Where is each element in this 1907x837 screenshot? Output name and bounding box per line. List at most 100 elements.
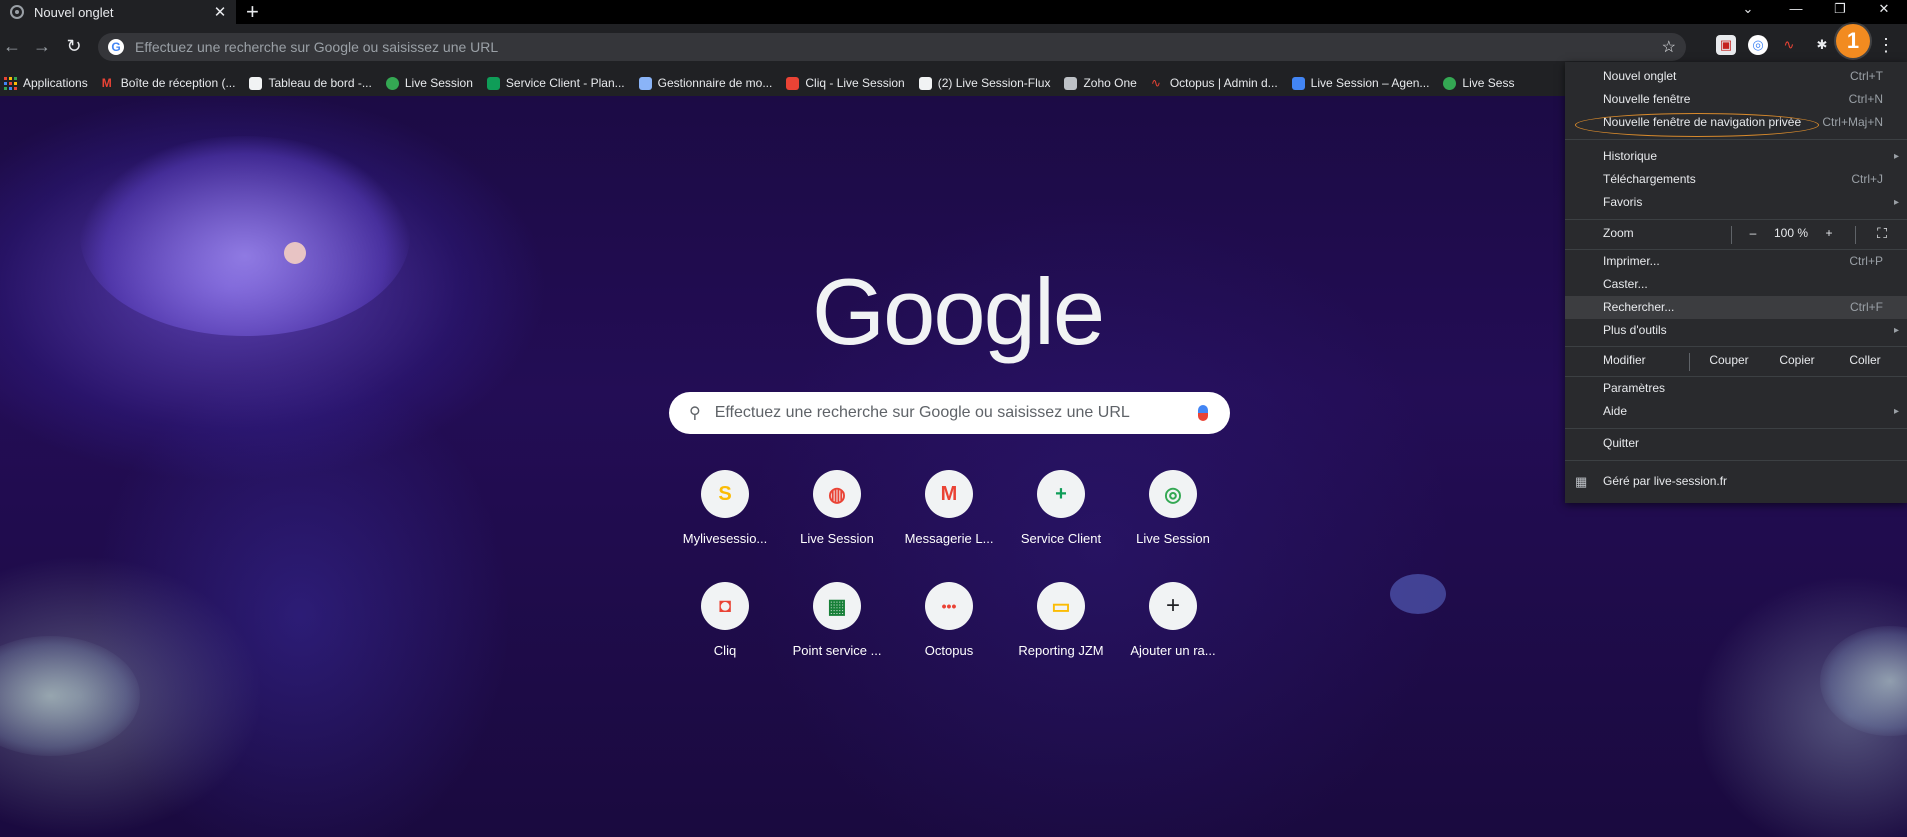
shortcut-tile[interactable]: ◎ Live Session (1117, 470, 1229, 546)
menu-item-cast[interactable]: Caster... (1565, 273, 1907, 296)
tab-strip: Nouvel onglet ✕ + ⌄ — ❐ ✕ (0, 0, 1907, 24)
menu-item-find[interactable]: Rechercher... Ctrl+F (1565, 296, 1907, 319)
bookmark-cliq[interactable]: Cliq - Live Session (786, 76, 905, 90)
chrome-menu-icon[interactable]: ⋮ (1876, 35, 1896, 55)
forward-button[interactable]: → (30, 36, 54, 57)
bookmark-session-flux[interactable]: (2) Live Session-Flux (918, 76, 1050, 90)
omnibox[interactable]: G Effectuez une recherche sur Google ou … (98, 33, 1686, 61)
bookmark-zoho-one[interactable]: Zoho One (1064, 76, 1137, 90)
shortcut-tile[interactable]: + Service Client (1005, 470, 1117, 546)
tab-title: Nouvel onglet (34, 4, 114, 20)
chrome-icon (10, 5, 24, 19)
zoho-icon (1064, 76, 1078, 90)
bookmark-label: Zoho One (1083, 76, 1137, 90)
bookmark-service-client[interactable]: Service Client - Plan... (486, 76, 625, 90)
ntp-search-box[interactable]: ⚲ Effectuez une recherche sur Google ou … (669, 392, 1230, 434)
shortcut-tile[interactable]: ◘ Cliq (669, 582, 781, 658)
point-service-icon: ▦ (813, 582, 861, 630)
extensions-puzzle-icon[interactable]: ✱ (1812, 35, 1832, 55)
cut-button[interactable]: Couper (1697, 349, 1761, 372)
background-jellyfish (1820, 626, 1907, 736)
reload-button[interactable]: ↻ (62, 36, 86, 57)
menu-item-zoom: Zoom – 100 % + ⛶ (1565, 222, 1907, 245)
menu-label: Nouvel onglet (1603, 69, 1677, 83)
menu-item-favorites[interactable]: Favoris ▸ (1565, 191, 1907, 214)
shortcut-tile[interactable]: ◍ Live Session (781, 470, 893, 546)
menu-label: Zoom (1603, 226, 1634, 240)
submenu-arrow-icon: ▸ (1893, 151, 1899, 162)
bookmark-gmail[interactable]: M Boîte de réception (... (102, 76, 236, 90)
menu-divider (1855, 226, 1856, 244)
extension-circle-icon[interactable]: ◎ (1748, 35, 1768, 55)
extension-shield-icon[interactable]: ▣ (1716, 35, 1736, 55)
microphone-icon[interactable] (1198, 405, 1208, 421)
restore-button[interactable]: ❐ (1820, 0, 1860, 20)
cliq-icon: ◘ (701, 582, 749, 630)
shortcut-tile[interactable]: S Mylivesessio... (669, 470, 781, 546)
tab-new-tab[interactable]: Nouvel onglet ✕ (0, 0, 236, 24)
zoom-in-button[interactable]: + (1817, 222, 1841, 245)
background-wave (80, 136, 410, 336)
menu-item-quit[interactable]: Quitter (1565, 432, 1907, 455)
menu-label: Plus d'outils (1603, 323, 1667, 337)
tab-search-icon[interactable]: ⌄ (1728, 0, 1768, 20)
menu-item-print[interactable]: Imprimer... Ctrl+P (1565, 250, 1907, 273)
menu-divider (1731, 226, 1732, 244)
bookmark-label: Octopus | Admin d... (1169, 76, 1278, 90)
bookmark-applications[interactable]: Applications (4, 76, 88, 90)
shortcut-tile[interactable]: ••• Octopus (893, 582, 1005, 658)
menu-item-new-window[interactable]: Nouvelle fenêtre Ctrl+N (1565, 88, 1907, 111)
page-icon (249, 76, 263, 90)
bookmark-octopus[interactable]: ∿ Octopus | Admin d... (1151, 76, 1278, 90)
menu-label: Modifier (1603, 353, 1646, 367)
tab-close-icon[interactable]: ✕ (210, 3, 230, 21)
zoom-out-button[interactable]: – (1741, 222, 1765, 245)
menu-item-downloads[interactable]: Téléchargements Ctrl+J (1565, 168, 1907, 191)
sheets-icon: + (1037, 470, 1085, 518)
bookmark-label: Live Session (404, 76, 473, 90)
live-session-icon (1443, 76, 1457, 90)
menu-item-settings[interactable]: Paramètres (1565, 377, 1907, 400)
bookmark-agenda[interactable]: Live Session – Agen... (1291, 76, 1429, 90)
menu-item-new-tab[interactable]: Nouvel onglet Ctrl+T (1565, 65, 1907, 88)
omnibox-placeholder: Effectuez une recherche sur Google ou sa… (135, 39, 499, 55)
fullscreen-icon[interactable]: ⛶ (1869, 222, 1895, 245)
menu-label: Aide (1603, 404, 1628, 418)
paste-button[interactable]: Coller (1833, 349, 1897, 372)
extension-octopus-icon[interactable]: ∿ (1779, 35, 1799, 55)
menu-item-help[interactable]: Aide ▸ (1565, 400, 1907, 423)
octopus-icon: ∿ (1150, 75, 1161, 90)
menu-item-history[interactable]: Historique ▸ (1565, 145, 1907, 168)
menu-separator (1565, 346, 1907, 347)
shortcut-label: Reporting JZM (1018, 643, 1104, 658)
shortcut-tile[interactable]: M Messagerie L... (893, 470, 1005, 546)
menu-item-edit: Modifier Couper Copier Coller (1565, 349, 1907, 372)
shortcut-tile[interactable]: ▦ Point service ... (781, 582, 893, 658)
menu-item-managed[interactable]: ▦ Géré par live-session.fr (1565, 470, 1907, 493)
menu-label: Téléchargements (1603, 172, 1696, 186)
background-jellyfish (0, 636, 140, 756)
building-icon: ▦ (1575, 474, 1588, 489)
cliq-icon (786, 76, 800, 90)
bookmark-live-session[interactable]: Live Session (385, 76, 473, 90)
menu-label: Caster... (1603, 277, 1648, 291)
bookmark-dashboard[interactable]: Tableau de bord -... (249, 76, 372, 90)
bookmark-label: Tableau de bord -... (268, 76, 372, 90)
add-shortcut-tile[interactable]: + Ajouter un ra... (1117, 582, 1229, 658)
google-icon: G (108, 39, 124, 55)
menu-item-more-tools[interactable]: Plus d'outils ▸ (1565, 319, 1907, 342)
bookmark-password-manager[interactable]: Gestionnaire de mo... (638, 76, 772, 90)
shortcut-tile[interactable]: ▭ Reporting JZM (1005, 582, 1117, 658)
highlight-oval (1575, 113, 1819, 137)
new-tab-button[interactable]: + (246, 0, 259, 24)
sheets-icon (486, 76, 500, 90)
back-button[interactable]: ← (0, 36, 24, 57)
copy-button[interactable]: Copier (1765, 349, 1829, 372)
bookmark-live-session-2[interactable]: Live Sess (1443, 76, 1514, 90)
window-close-button[interactable]: ✕ (1864, 0, 1904, 20)
menu-divider (1689, 353, 1690, 371)
submenu-arrow-icon: ▸ (1893, 325, 1899, 336)
minimize-button[interactable]: — (1776, 0, 1816, 20)
bookmark-star-icon[interactable]: ☆ (1662, 37, 1676, 57)
shortcut-label: Messagerie L... (904, 531, 994, 546)
